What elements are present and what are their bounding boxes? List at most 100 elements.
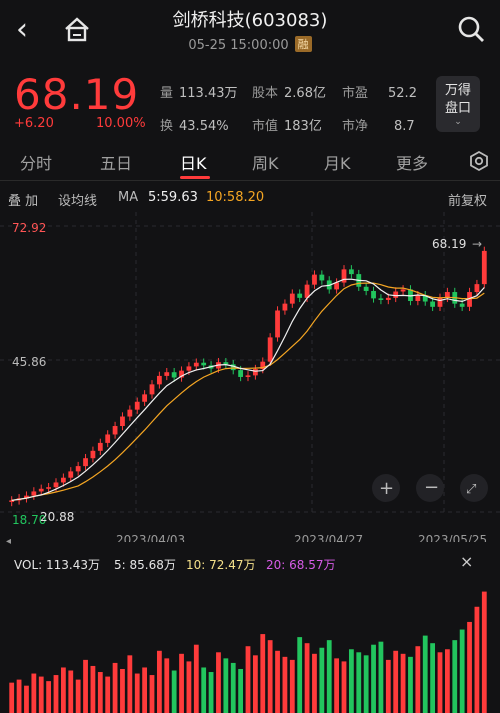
volume-bar	[179, 653, 184, 713]
candle	[252, 369, 258, 376]
volume-bars	[9, 591, 487, 713]
tab-more[interactable]: 更多	[396, 150, 428, 174]
volume-bar	[216, 652, 221, 713]
volume-bar	[238, 668, 244, 713]
fullscreen-button: ⤢	[460, 474, 488, 502]
candle	[68, 471, 74, 478]
wande-label-2: 盘口	[444, 101, 471, 116]
volume-bar	[9, 682, 15, 713]
ma-settings-button[interactable]: 设均线	[58, 190, 97, 209]
candle	[90, 450, 96, 459]
volume-bar	[408, 656, 413, 713]
scroll-left-icon[interactable]: ◂	[6, 536, 11, 547]
candle	[53, 482, 59, 488]
candle	[75, 466, 81, 472]
volume-bar	[363, 655, 369, 713]
candle	[319, 274, 325, 281]
candle	[245, 375, 251, 377]
volume-bar	[24, 685, 29, 713]
candle	[267, 337, 273, 362]
volume-bar	[97, 672, 103, 713]
stat-pb: 市净 8.7	[342, 119, 415, 134]
candle	[400, 289, 406, 292]
candle	[459, 303, 465, 307]
volume-bar	[378, 641, 384, 713]
ma10-line	[11, 282, 485, 501]
volume-bar	[326, 640, 332, 713]
candle	[193, 362, 199, 367]
candle	[474, 284, 480, 293]
tab-intraday[interactable]: 分时	[20, 150, 52, 174]
candle	[312, 274, 317, 285]
candle	[348, 269, 354, 275]
volume-bar	[393, 650, 399, 713]
candle	[223, 362, 229, 365]
candle	[97, 442, 103, 451]
volume-bar	[267, 640, 273, 713]
x-label-3: 2023/05/25	[418, 533, 487, 542]
volume-chart	[9, 591, 487, 713]
x-label-1: 2023/04/03	[116, 533, 185, 542]
plus-icon: +	[379, 478, 394, 499]
candle	[134, 401, 140, 410]
vol-ma5: 5: 85.68万	[114, 558, 176, 572]
adjust-mode[interactable]: 前复权	[448, 190, 487, 209]
volume-bar	[371, 644, 376, 713]
volume-bar	[356, 652, 362, 713]
candle	[289, 293, 295, 304]
volume-bar	[297, 637, 303, 713]
datetime: 05-25 15:00:00	[188, 38, 289, 53]
candle	[112, 426, 118, 435]
wande-panel-button[interactable]: 万得 盘口 ⌄	[436, 76, 480, 132]
candlestick-chart[interactable]: 72.92 45.86 18.70 20.88 68.19 → 2023/04/…	[0, 212, 500, 542]
ma5-line	[11, 278, 485, 501]
stat-market-cap: 市值 183亿	[252, 119, 322, 134]
volume-bar	[68, 670, 74, 713]
volume-bar	[201, 667, 207, 713]
volume-bar	[223, 658, 229, 713]
candle	[481, 250, 487, 285]
volume-bar	[459, 629, 465, 713]
candle	[415, 295, 421, 302]
volume-bar	[400, 653, 406, 713]
volume-bar	[415, 646, 421, 713]
candle	[201, 362, 207, 366]
chevron-down-icon: ⌄	[454, 117, 462, 127]
tab-weekly-k[interactable]: 周K	[252, 150, 279, 174]
volume-bar	[422, 635, 428, 713]
candle	[275, 310, 280, 338]
candle	[156, 375, 162, 385]
close-icon[interactable]: ×	[460, 552, 473, 571]
period-tabs: 分时 五日 日K 周K 月K 更多	[0, 142, 500, 181]
tab-five-day[interactable]: 五日	[100, 150, 132, 174]
volume-bar	[385, 659, 391, 713]
tab-daily-k[interactable]: 日K	[180, 150, 207, 174]
volume-bar	[437, 652, 443, 713]
candle	[238, 370, 244, 377]
wande-label-1: 万得	[444, 83, 471, 98]
volume-bar	[127, 655, 133, 713]
volume-bar	[171, 670, 177, 713]
volume-bar	[252, 655, 258, 713]
y-label-high: 72.92	[12, 221, 46, 235]
volume-bar	[319, 647, 325, 713]
ma-label: MA	[118, 190, 139, 205]
gear-icon[interactable]	[468, 150, 490, 172]
candle	[186, 366, 192, 371]
volume-bar	[112, 662, 118, 713]
search-icon[interactable]	[456, 14, 490, 48]
candle	[31, 491, 37, 496]
volume-bar	[481, 591, 487, 713]
volume-bar	[245, 646, 251, 713]
volume-bar	[120, 668, 125, 713]
tab-monthly-k[interactable]: 月K	[324, 150, 351, 174]
stock-title: 剑桥科技(603083)	[172, 10, 328, 31]
candle	[393, 291, 399, 298]
overlay-button[interactable]: 叠 加	[8, 190, 38, 209]
candle	[282, 303, 288, 311]
volume-bar	[186, 661, 192, 713]
price-change-pct: 10.00%	[96, 116, 146, 131]
volume-bar	[16, 679, 22, 713]
candle	[105, 434, 111, 443]
candle	[437, 297, 443, 307]
